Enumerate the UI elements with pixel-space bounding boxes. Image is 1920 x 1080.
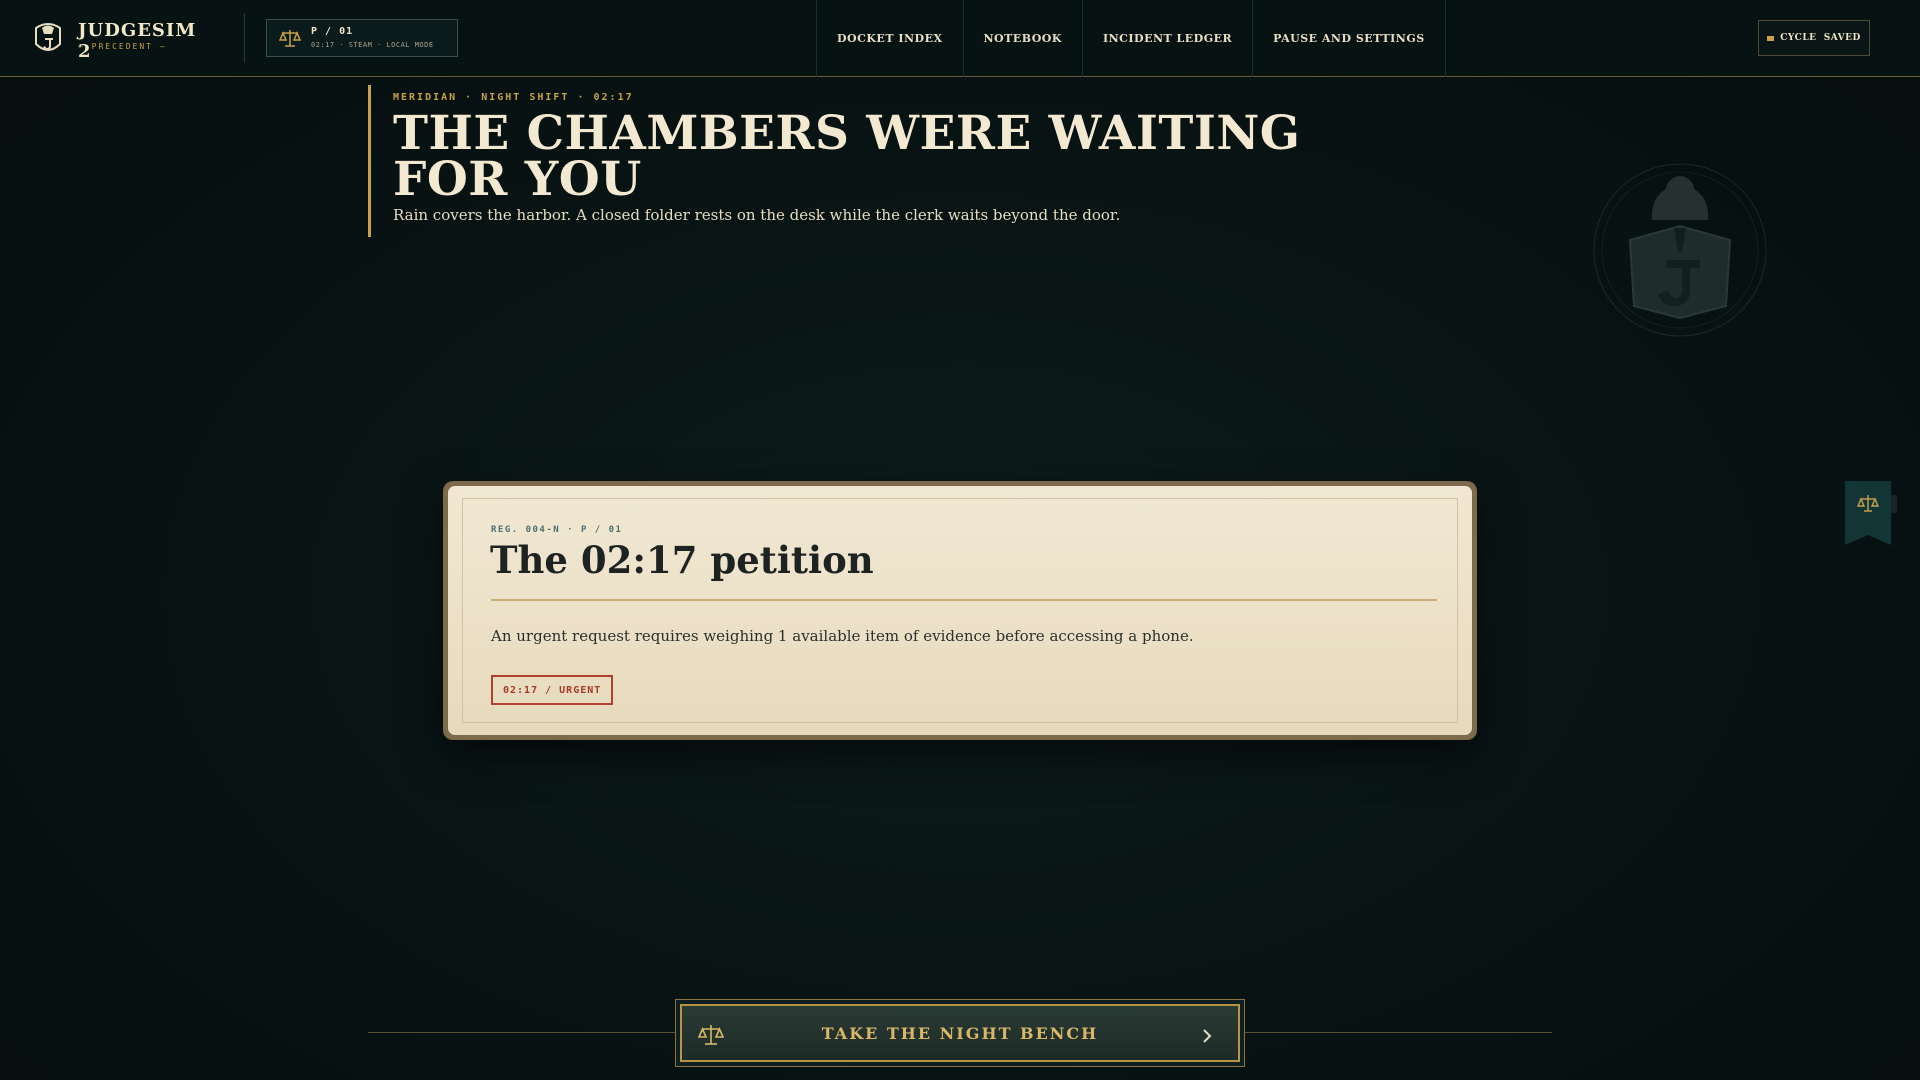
judge-emblem-icon — [1593, 163, 1767, 337]
nav-incident-ledger[interactable]: INCIDENT LEDGER — [1083, 0, 1254, 77]
registry-code: REG. 004-N · P / 01 — [491, 525, 623, 535]
scene-kicker: MERIDIAN · NIGHT SHIFT · 02:17 — [393, 92, 634, 103]
cta-label: TAKE THE NIGHT BENCH — [821, 1023, 1099, 1043]
session-code: P / 01 — [311, 26, 354, 37]
save-indicator-icon — [1767, 35, 1775, 41]
hero: MERIDIAN · NIGHT SHIFT · 02:17 THE CHAMB… — [368, 85, 1368, 237]
app-subtitle: — PRECEDENT — — [78, 42, 167, 51]
session-badge[interactable]: P / 01 02:17 · STEAM · LOCAL MODE — [266, 19, 458, 57]
petition-description: An urgent request requires weighing 1 av… — [491, 627, 1194, 645]
petition-title: The 02:17 petition — [490, 538, 874, 582]
ribbon-tab — [1891, 495, 1897, 513]
session-meta: 02:17 · STEAM · LOCAL MODE — [311, 41, 434, 49]
scales-icon — [279, 30, 301, 47]
nav-pause-settings[interactable]: PAUSE AND SETTINGS — [1253, 0, 1446, 77]
nav-notebook[interactable]: NOTEBOOK — [964, 0, 1083, 77]
take-night-bench-button[interactable]: TAKE THE NIGHT BENCH — [675, 999, 1245, 1067]
app-title: JUDGESIM 2 — [78, 20, 197, 62]
page-title: THE CHAMBERS WERE WAITING FOR YOU — [393, 106, 1301, 207]
divider — [491, 599, 1437, 601]
main-nav: DOCKET INDEX NOTEBOOK INCIDENT LEDGER PA… — [816, 0, 1446, 77]
cta-frame: TAKE THE NIGHT BENCH — [680, 1004, 1240, 1062]
cycle-saved-button[interactable]: CYCLE SAVED — [1758, 20, 1870, 56]
urgency-stamp: 02:17 / URGENT — [491, 675, 614, 705]
divider — [244, 13, 245, 63]
judge-crest-icon — [35, 23, 61, 51]
petition-paper: REG. 004-N · P / 01 The 02:17 petition A… — [448, 486, 1472, 735]
chevron-right-icon — [1203, 1029, 1212, 1043]
petition-card[interactable]: REG. 004-N · P / 01 The 02:17 petition A… — [443, 481, 1897, 740]
scene-description: Rain covers the harbor. A closed folder … — [393, 206, 1121, 224]
top-bar: JUDGESIM 2 — PRECEDENT — P / 01 02:17 · … — [0, 0, 1920, 77]
brand[interactable]: JUDGESIM 2 — PRECEDENT — — [30, 18, 210, 62]
bookmark-ribbon-icon — [1845, 481, 1891, 545]
cycle-saved-label: CYCLE SAVED — [1780, 33, 1861, 43]
nav-docket-index[interactable]: DOCKET INDEX — [817, 0, 964, 77]
